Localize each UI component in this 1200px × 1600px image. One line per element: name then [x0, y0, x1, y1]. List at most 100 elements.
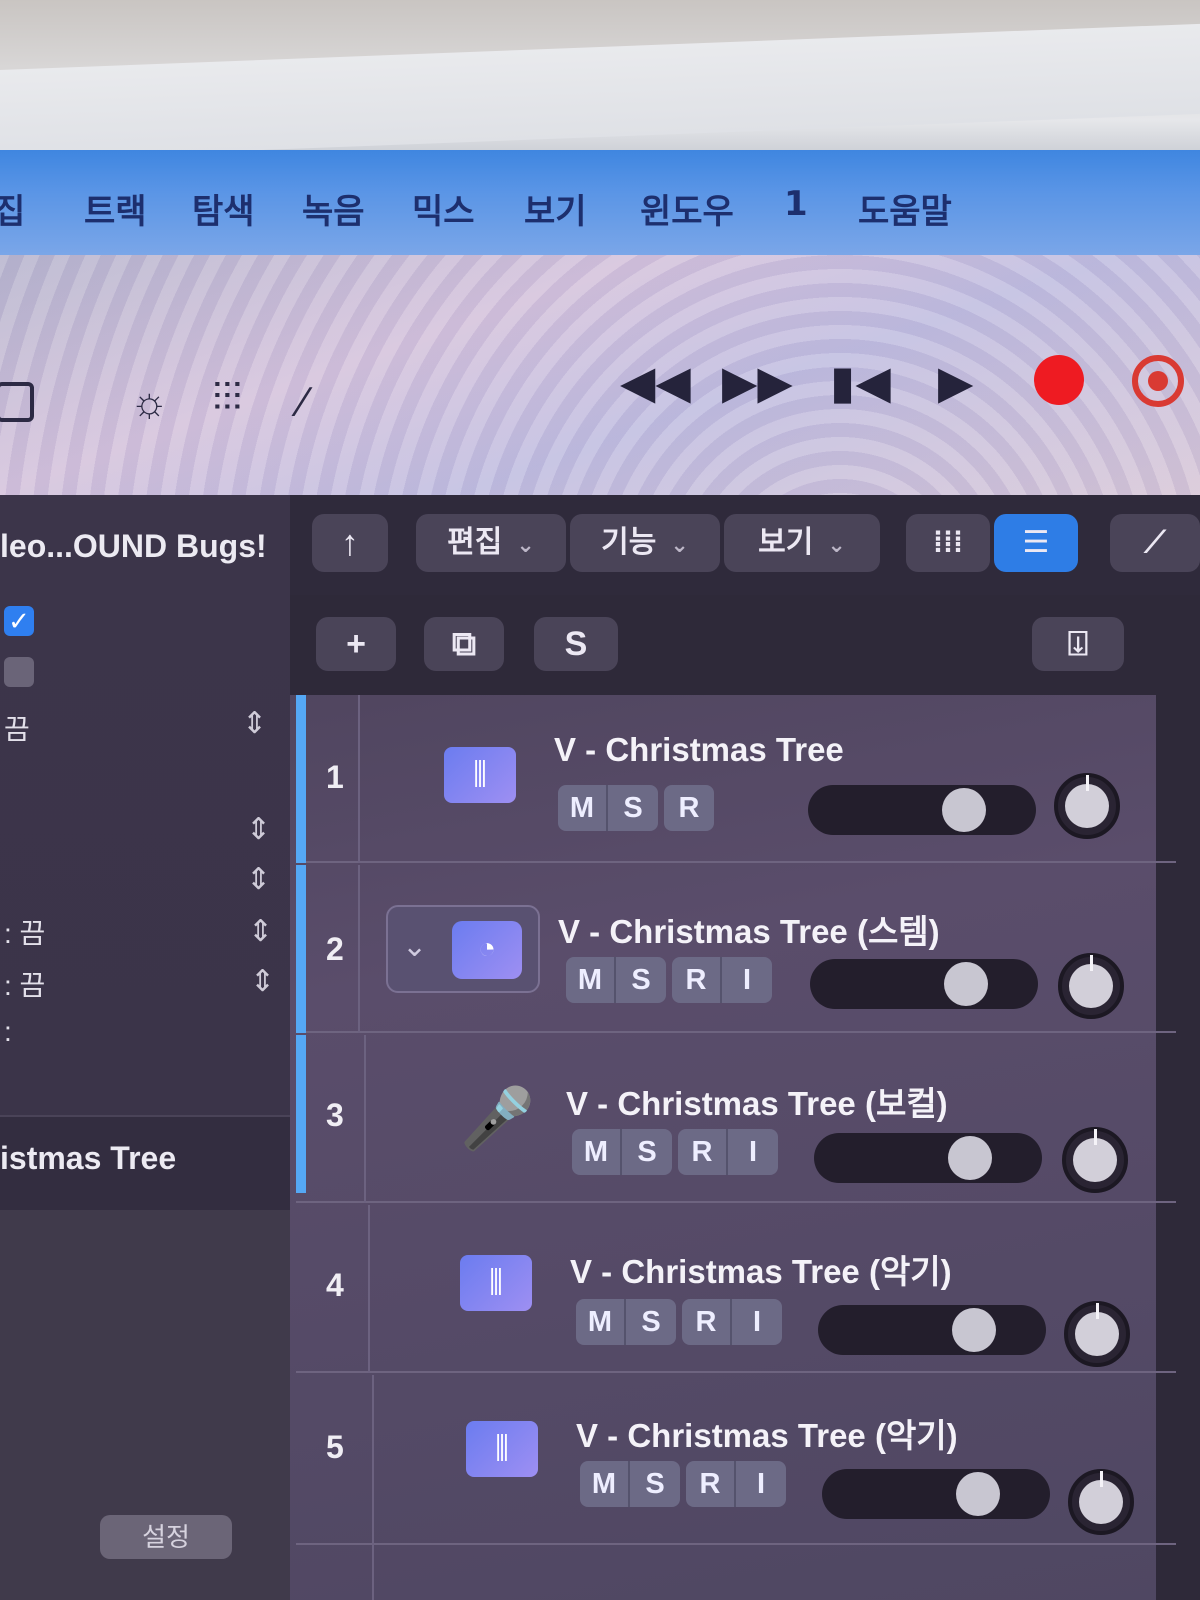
menu-one[interactable]: 1 [784, 184, 808, 224]
solo-button[interactable]: S [616, 957, 666, 1003]
volume-knob[interactable] [948, 1136, 992, 1180]
track-row[interactable]: 5 ⫼ V - Christmas Tree (악기) MS RI [296, 1375, 1176, 1600]
menu-navigate[interactable]: 탐색 [192, 184, 255, 233]
volume-fader[interactable] [810, 959, 1038, 1009]
mixer-icon[interactable]: ⫶⫶⫶ [212, 376, 242, 421]
record-enable-button[interactable]: R [672, 957, 722, 1003]
menu-track[interactable]: 트랙 [84, 184, 147, 233]
menu-window[interactable]: 윈도우 [640, 184, 734, 233]
functions-menu-button[interactable]: 기능 ⌄ [570, 514, 720, 572]
inspector-value-off: : 끔 [4, 918, 46, 949]
input-monitor-button[interactable]: I [732, 1299, 782, 1345]
stack-folder-control[interactable]: ⌄ ◔ [386, 905, 540, 993]
track-number: 1 [326, 759, 344, 795]
pan-knob[interactable] [1058, 953, 1124, 1019]
fast-forward-icon[interactable]: ▶▶ [722, 355, 793, 409]
solo-button[interactable]: S [608, 785, 658, 831]
duplicate-track-icon[interactable]: ⧉ [424, 617, 504, 671]
cycle-button[interactable] [1132, 355, 1184, 407]
pan-knob[interactable] [1054, 773, 1120, 839]
input-monitor-button[interactable]: I [722, 957, 772, 1003]
volume-knob[interactable] [956, 1472, 1000, 1516]
track-name: V - Christmas Tree (보컬) [566, 1085, 948, 1122]
pan-knob[interactable] [1064, 1301, 1130, 1367]
library-icon[interactable] [0, 382, 34, 422]
volume-fader[interactable] [808, 785, 1036, 835]
track-name: V - Christmas Tree (악기) [576, 1417, 958, 1454]
record-enable-button[interactable]: R [682, 1299, 732, 1345]
mute-button[interactable]: M [580, 1461, 630, 1507]
menu-record[interactable]: 녹음 [302, 184, 365, 233]
stepper-icon[interactable]: ⇕ [250, 964, 275, 999]
pan-knob[interactable] [1068, 1469, 1134, 1535]
record-enable-button[interactable]: R [664, 785, 714, 831]
menu-view[interactable]: 보기 [524, 184, 587, 233]
mute-button[interactable]: M [572, 1129, 622, 1175]
automation-icon[interactable]: ⟋ [1110, 514, 1200, 572]
edit-menu-button[interactable]: 편집 ⌄ [416, 514, 566, 572]
back-arrow-icon[interactable]: ↑ [312, 514, 388, 572]
volume-knob[interactable] [942, 788, 986, 832]
pan-indicator [1090, 955, 1093, 971]
volume-fader[interactable] [822, 1469, 1050, 1519]
pan-indicator [1100, 1471, 1103, 1487]
stepper-icon[interactable]: ⇕ [246, 862, 271, 897]
solo-button[interactable]: S [622, 1129, 672, 1175]
volume-knob[interactable] [952, 1308, 996, 1352]
pencil-icon[interactable]: ⁄ [300, 378, 307, 426]
download-icon[interactable]: ⍗ [1032, 617, 1124, 671]
stepper-icon[interactable]: ⇕ [242, 706, 267, 741]
solo-button[interactable]: S [630, 1461, 680, 1507]
add-track-button[interactable]: + [316, 617, 396, 671]
track-row[interactable]: 3 🎤 V - Christmas Tree (보컬) MS RI [296, 1035, 1176, 1203]
track-number: 4 [326, 1267, 344, 1303]
waveform-icon: ⫼ [444, 747, 516, 803]
volume-fader[interactable] [814, 1133, 1042, 1183]
divider [358, 865, 360, 1033]
waveform-icon: ⫼ [460, 1255, 532, 1311]
track-controls: MS RI [576, 1299, 782, 1345]
input-monitor-button[interactable]: I [736, 1461, 786, 1507]
menu-mix[interactable]: 믹스 [412, 184, 475, 233]
inspector-track-name: istmas Tree [0, 1140, 177, 1176]
volume-knob[interactable] [944, 962, 988, 1006]
inspector-checkbox-unchecked[interactable] [4, 657, 34, 687]
solo-button[interactable]: S [626, 1299, 676, 1345]
chevron-down-icon[interactable]: ⌄ [402, 929, 427, 964]
volume-fader[interactable] [818, 1305, 1046, 1355]
menu-help[interactable]: 도움말 [858, 184, 952, 233]
record-enable-button[interactable]: R [686, 1461, 736, 1507]
rewind-icon[interactable]: ◀◀ [620, 355, 691, 409]
inspector-region-title: leo...OUND Bugs! [0, 528, 267, 564]
grid-view-icon[interactable]: ⁞⁞⁞ [906, 514, 990, 572]
track-row[interactable]: 4 ⫼ V - Christmas Tree (악기) MS RI [296, 1205, 1176, 1373]
brightness-icon[interactable]: ☼ [130, 378, 169, 426]
divider [372, 1375, 374, 1600]
divider [358, 695, 360, 863]
record-button[interactable] [1034, 355, 1084, 405]
track-row[interactable]: 1 ⫼ V - Christmas Tree MS R [296, 695, 1176, 863]
menu-bar: 집 트랙 탐색 녹음 믹스 보기 윈도우 1 도움말 [0, 150, 1200, 255]
stepper-icon[interactable]: ⇕ [246, 812, 271, 847]
view-menu-button[interactable]: 보기 ⌄ [724, 514, 880, 572]
play-icon[interactable]: ▶ [938, 355, 973, 409]
divider [368, 1205, 370, 1373]
track-name: V - Christmas Tree (악기) [570, 1253, 952, 1290]
pan-knob[interactable] [1062, 1127, 1128, 1193]
list-view-icon[interactable]: ☰ [994, 514, 1078, 572]
divider [364, 1035, 366, 1203]
mute-button[interactable]: M [566, 957, 616, 1003]
record-enable-button[interactable]: R [678, 1129, 728, 1175]
solo-button[interactable]: S [534, 617, 618, 671]
menu-edit[interactable]: 집 [0, 184, 25, 233]
settings-button[interactable]: 설정 [100, 1515, 232, 1559]
pan-indicator [1096, 1303, 1099, 1319]
inspector-checkbox-checked[interactable]: ✓ [4, 606, 34, 636]
mute-button[interactable]: M [576, 1299, 626, 1345]
stepper-icon[interactable]: ⇕ [248, 914, 273, 949]
input-monitor-button[interactable]: I [728, 1129, 778, 1175]
mute-button[interactable]: M [558, 785, 608, 831]
view-menu-label: 보기 [758, 526, 814, 559]
go-to-start-icon[interactable]: ▮◀ [830, 355, 891, 409]
chevron-down-icon: ⌄ [827, 532, 846, 557]
